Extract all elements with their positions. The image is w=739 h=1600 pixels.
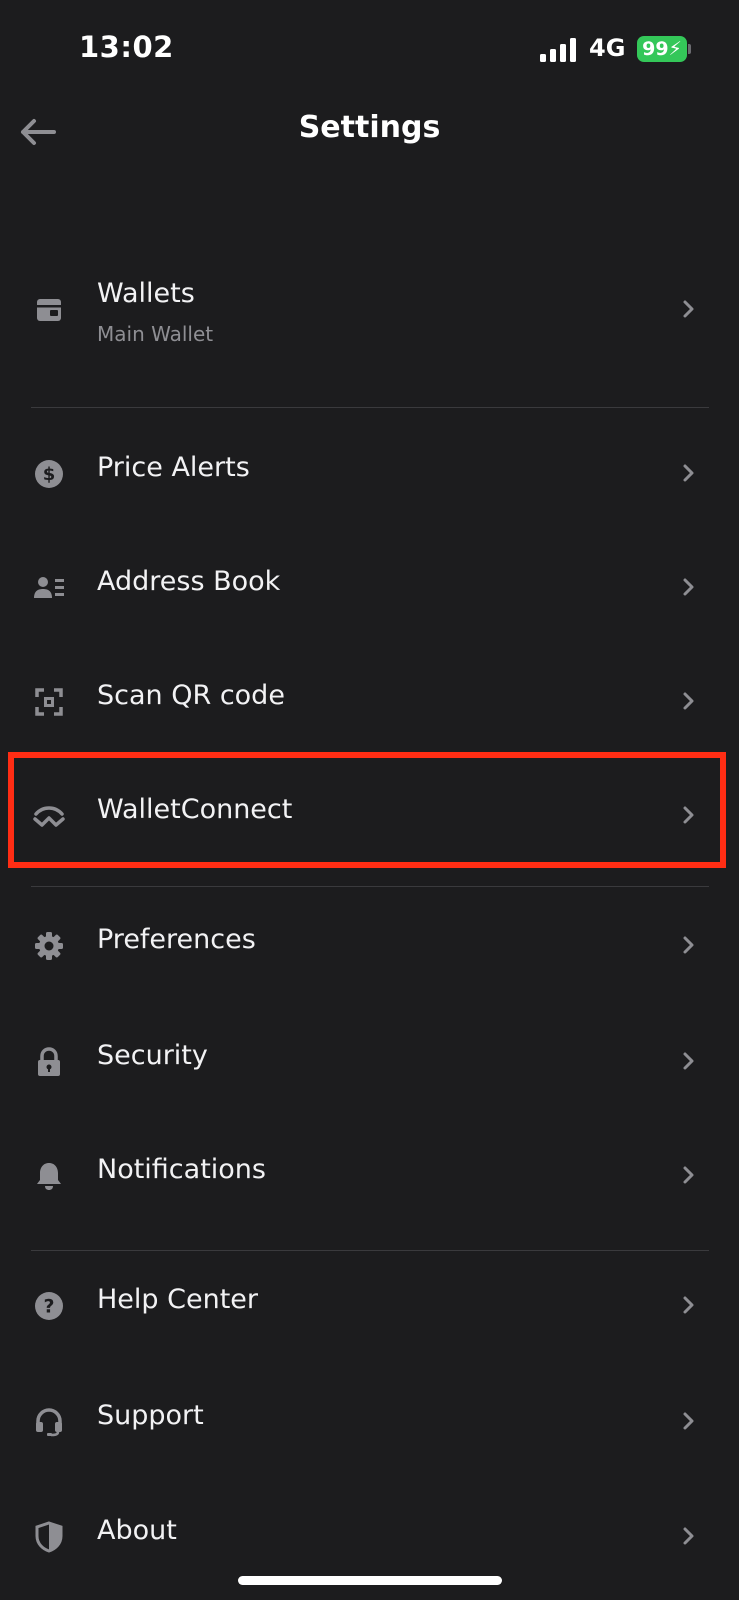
chevron-right-icon: [677, 1163, 701, 1187]
lock-icon: [33, 1046, 65, 1078]
divider: [31, 886, 709, 887]
headset-icon: [33, 1406, 65, 1438]
divider: [31, 407, 709, 408]
chevron-right-icon: [677, 297, 701, 321]
chevron-right-icon: [677, 461, 701, 485]
chevron-right-icon: [677, 803, 701, 827]
settings-item-label: Help Center: [97, 1284, 259, 1315]
settings-item-label: Notifications: [97, 1154, 266, 1185]
page-title: Settings: [298, 110, 441, 145]
chevron-right-icon: [677, 933, 701, 957]
settings-item-label: Support: [97, 1400, 204, 1431]
settings-item-label: WalletConnect: [97, 794, 293, 825]
chevron-right-icon: [677, 1293, 701, 1317]
help-circle-icon: ?: [33, 1290, 65, 1322]
walletconnect-icon: [33, 800, 65, 832]
settings-item-label: Security: [97, 1040, 208, 1071]
network-type: 4G: [589, 34, 626, 62]
chevron-right-icon: [677, 575, 701, 599]
settings-item-about[interactable]: About: [0, 1497, 739, 1577]
nav-bar: Settings: [0, 92, 739, 172]
wallet-icon: [33, 294, 65, 326]
settings-item-label: Scan QR code: [97, 680, 285, 711]
settings-item-price-alerts[interactable]: $ Price Alerts: [0, 434, 739, 514]
settings-item-label: Preferences: [97, 924, 256, 955]
svg-text:?: ?: [43, 1296, 54, 1318]
signal-icon: [540, 38, 576, 62]
chevron-right-icon: [677, 1409, 701, 1433]
settings-item-label: Wallets: [97, 278, 195, 309]
shield-icon: [33, 1521, 65, 1553]
chevron-right-icon: [677, 1049, 701, 1073]
settings-item-support[interactable]: Support: [0, 1382, 739, 1462]
settings-item-label: About: [97, 1515, 177, 1546]
address-book-icon: [33, 572, 65, 604]
bell-icon: [33, 1160, 65, 1192]
chevron-right-icon: [677, 1524, 701, 1548]
svg-text:$: $: [43, 464, 56, 485]
battery-level: 99⚡: [637, 36, 687, 62]
status-bar: 13:02 4G 99⚡: [0, 0, 739, 100]
scan-qr-icon: [33, 686, 65, 718]
settings-item-scan-qr[interactable]: Scan QR code: [0, 662, 739, 742]
status-time: 13:02: [79, 30, 174, 64]
chevron-right-icon: [677, 689, 701, 713]
settings-item-label: Price Alerts: [97, 452, 250, 483]
settings-item-walletconnect[interactable]: WalletConnect: [0, 776, 739, 856]
settings-item-preferences[interactable]: Preferences: [0, 906, 739, 986]
settings-item-label: Address Book: [97, 566, 281, 597]
settings-item-subtitle: Main Wallet: [97, 322, 214, 346]
gear-icon: [33, 930, 65, 962]
settings-item-help-center[interactable]: ? Help Center: [0, 1266, 739, 1346]
settings-item-address-book[interactable]: Address Book: [0, 548, 739, 628]
settings-item-security[interactable]: Security: [0, 1022, 739, 1102]
home-indicator[interactable]: [238, 1576, 502, 1585]
divider: [31, 1250, 709, 1251]
settings-item-wallets[interactable]: Wallets Main Wallet: [0, 270, 739, 370]
battery-tip: [688, 44, 691, 54]
settings-item-notifications[interactable]: Notifications: [0, 1136, 739, 1216]
dollar-circle-icon: $: [33, 458, 65, 490]
battery-percent: 99: [642, 38, 669, 60]
